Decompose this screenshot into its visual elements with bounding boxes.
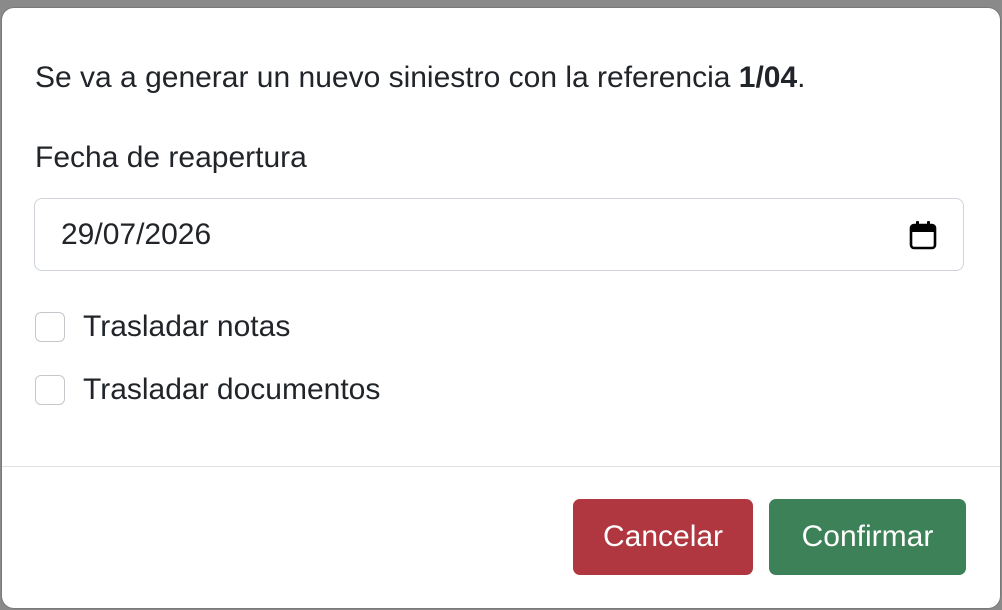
message-suffix: .: [797, 61, 806, 94]
confirm-button[interactable]: Confirmar: [769, 499, 966, 575]
transfer-notes-label[interactable]: Trasladar notas: [83, 310, 290, 344]
message-prefix: Se va a generar un nuevo siniestro con l…: [35, 61, 739, 94]
transfer-notes-option[interactable]: Trasladar notas: [35, 310, 290, 344]
reopen-date-value[interactable]: 29/07/2026: [61, 218, 909, 252]
reopen-claim-dialog: Se va a generar un nuevo siniestro con l…: [2, 8, 1000, 608]
reopen-date-label: Fecha de reapertura: [35, 141, 307, 174]
footer-divider: [2, 466, 1000, 467]
transfer-notes-checkbox[interactable]: [35, 312, 65, 342]
calendar-icon[interactable]: [909, 220, 937, 250]
cancel-button[interactable]: Cancelar: [573, 499, 753, 575]
claim-reference: 1/04: [738, 61, 798, 94]
reopen-date-input[interactable]: 29/07/2026: [34, 198, 964, 271]
transfer-documents-option[interactable]: Trasladar documentos: [35, 373, 380, 407]
transfer-documents-checkbox[interactable]: [35, 375, 65, 405]
dialog-message: Se va a generar un nuevo siniestro con l…: [35, 58, 806, 98]
transfer-documents-label[interactable]: Trasladar documentos: [83, 373, 380, 407]
